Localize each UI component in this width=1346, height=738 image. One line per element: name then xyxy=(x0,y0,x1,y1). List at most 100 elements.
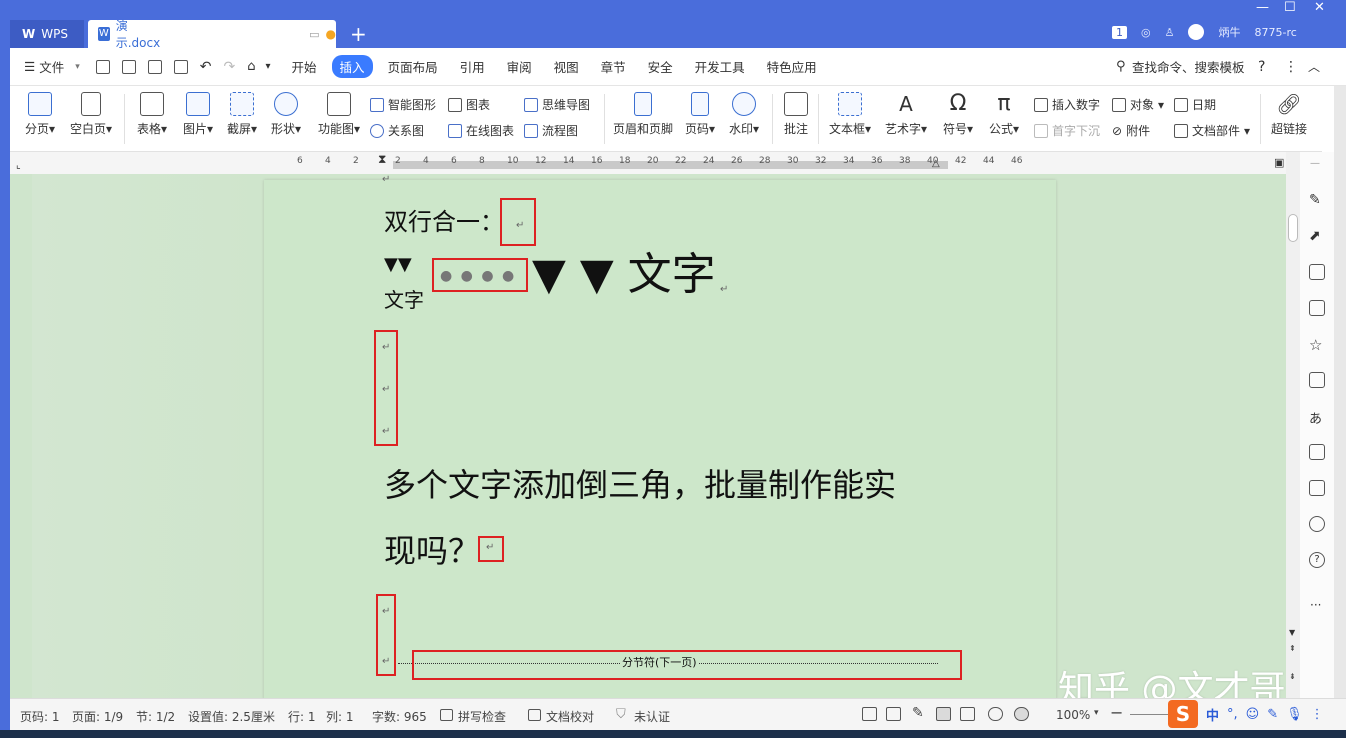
microphone-icon[interactable]: 🎙︎ xyxy=(1286,707,1303,722)
save-as-icon[interactable] xyxy=(121,59,136,74)
settings-icon[interactable]: ◎ xyxy=(1141,26,1151,39)
certification-status[interactable]: 未认证 xyxy=(634,708,670,725)
ime-menu-icon[interactable]: ⋮ xyxy=(1311,707,1324,722)
maximize-button[interactable]: ☐ xyxy=(1284,0,1296,15)
menu-security[interactable]: 安全 xyxy=(648,57,673,76)
shape-button[interactable]: 形状▾ xyxy=(266,92,306,137)
header-footer-button[interactable]: 页眉和页脚 xyxy=(610,92,676,137)
wordart-button[interactable]: A 艺术字▾ xyxy=(882,92,930,137)
status-page-number[interactable]: 页码: 1 xyxy=(20,708,60,725)
page-break-button[interactable]: 分页▾ xyxy=(20,92,60,137)
avatar[interactable] xyxy=(1188,24,1205,40)
screenshot-button[interactable]: 截屏▾ xyxy=(222,92,262,137)
skin-icon[interactable]: ♙ xyxy=(1165,26,1175,39)
file-menu[interactable]: 文件 xyxy=(39,57,64,76)
status-word-count[interactable]: 字数: 965 xyxy=(372,708,427,725)
redo-icon[interactable]: ↷ xyxy=(224,59,236,75)
more-dots-icon[interactable]: ··· xyxy=(1310,598,1321,612)
insert-number-button[interactable]: 插入数字 xyxy=(1034,96,1100,113)
undo-icon[interactable]: ↶ xyxy=(200,59,212,75)
comment-button[interactable]: 批注 xyxy=(780,92,812,137)
drop-cap-button[interactable]: 首字下沉 xyxy=(1034,122,1100,139)
date-button[interactable]: 日期 xyxy=(1174,96,1216,113)
adjust-settings-icon[interactable] xyxy=(1309,264,1325,280)
image-gallery-icon[interactable] xyxy=(1309,300,1325,316)
collapse-ribbon-icon[interactable]: ︿ xyxy=(1308,58,1320,75)
ime-punctuation[interactable]: °, xyxy=(1227,707,1238,722)
formula-button[interactable]: π 公式▾ xyxy=(986,92,1022,137)
textbox-button[interactable]: 文本框▾ xyxy=(826,92,874,137)
status-section[interactable]: 节: 1/2 xyxy=(136,708,175,725)
vertical-scrollbar[interactable]: ▼ ⇞ ⇟ xyxy=(1286,152,1300,698)
menu-page-layout[interactable]: 页面布局 xyxy=(388,57,438,76)
ime-language[interactable]: 中 xyxy=(1206,705,1219,724)
monitor-icon[interactable]: ▭ xyxy=(309,28,319,41)
zoom-dropdown-icon[interactable]: ▾ xyxy=(1094,708,1099,718)
help-icon[interactable]: ? xyxy=(1258,59,1265,75)
search-icon[interactable]: ⚲ xyxy=(1116,59,1126,74)
menu-section[interactable]: 章节 xyxy=(601,57,626,76)
more-icon[interactable]: ⋮ xyxy=(1284,59,1298,75)
pen-mode-icon[interactable]: ✎ xyxy=(912,705,924,721)
function-chart-button[interactable]: 功能图▾ xyxy=(312,92,366,137)
status-page[interactable]: 页面: 1/9 xyxy=(72,708,123,725)
user-name[interactable]: 炳牛 xyxy=(1218,24,1240,40)
watermark-button[interactable]: 水印▾ xyxy=(724,92,764,137)
customize-icon[interactable]: ▾ xyxy=(266,61,271,72)
star-icon[interactable]: ☆ xyxy=(1309,336,1325,354)
scroll-down-icon[interactable]: ▼ xyxy=(1289,628,1295,637)
menu-home[interactable]: 开始 xyxy=(292,57,317,76)
fullscreen-icon[interactable] xyxy=(862,707,877,721)
online-chart-button[interactable]: 在线图表 xyxy=(448,122,514,139)
outline-view-icon[interactable] xyxy=(960,707,975,721)
tab-stop-icon[interactable]: ⌞ xyxy=(16,160,21,171)
print-icon[interactable] xyxy=(147,59,162,74)
picture-panel-icon[interactable] xyxy=(1309,480,1325,496)
menu-review[interactable]: 审阅 xyxy=(507,57,532,76)
table-button[interactable]: 表格▾ xyxy=(132,92,172,137)
prev-page-icon[interactable]: ⇞ xyxy=(1289,644,1296,653)
web-view-icon[interactable] xyxy=(988,707,1003,721)
zoom-level[interactable]: 100% xyxy=(1056,708,1090,722)
document-page[interactable]: ↵ 双行合一： ↵ ▼▼ 文字 ● ● ● ● ▼ ▼ 文字 ↵ ↵ ↵ ↵ 多… xyxy=(264,174,1056,698)
attachment-button[interactable]: ⊘ 附件 xyxy=(1112,122,1150,139)
eye-protection-icon[interactable] xyxy=(1014,707,1029,721)
menu-insert[interactable]: 插入 xyxy=(331,55,373,78)
command-search[interactable]: 查找命令、搜索模板 xyxy=(1132,57,1245,76)
wps-home-tab[interactable]: W WPS xyxy=(10,20,84,48)
menu-view[interactable]: 视图 xyxy=(554,57,579,76)
minimize-button[interactable]: — xyxy=(1256,0,1269,15)
collapse-panel-icon[interactable]: — xyxy=(1310,158,1320,169)
document-tab[interactable]: W 演示.docx ▭ ● xyxy=(88,19,336,50)
menu-developer[interactable]: 开发工具 xyxy=(695,57,745,76)
chart-button[interactable]: 图表 xyxy=(448,96,490,113)
archive-icon[interactable] xyxy=(1309,444,1325,460)
menu-references[interactable]: 引用 xyxy=(460,57,485,76)
save-icon[interactable] xyxy=(95,59,110,74)
close-button[interactable]: ✕ xyxy=(1314,0,1325,15)
select-cursor-icon[interactable]: ⬈ xyxy=(1309,228,1325,244)
smart-shape-button[interactable]: 智能图形 xyxy=(370,96,436,113)
zoom-out-icon[interactable]: − xyxy=(1110,703,1123,722)
notification-badge[interactable]: 1 xyxy=(1112,25,1127,39)
help-circle-icon[interactable]: ? xyxy=(1309,552,1325,568)
ruler-toggle-icon[interactable]: ▣ xyxy=(1274,156,1284,169)
history-icon[interactable] xyxy=(1309,516,1325,532)
edit-pen-icon[interactable]: ✎ xyxy=(1309,192,1325,208)
document-canvas[interactable]: ↵ 双行合一： ↵ ▼▼ 文字 ● ● ● ● ▼ ▼ 文字 ↵ ↵ ↵ ↵ 多… xyxy=(10,174,1286,698)
symbol-button[interactable]: Ω 符号▾ xyxy=(940,92,976,137)
status-setting-value[interactable]: 设置值: 2.5厘米 xyxy=(188,708,275,725)
hyperlink-button[interactable]: 🔗︎ 超链接 xyxy=(1266,92,1312,137)
doc-parts-button[interactable]: 文档部件 ▾ xyxy=(1174,122,1250,139)
emoji-icon[interactable]: ☺ xyxy=(1246,707,1260,722)
chevron-down-icon[interactable]: ▾ xyxy=(75,62,80,72)
spellcheck-button[interactable]: 拼写检查 xyxy=(458,708,506,725)
page-number-button[interactable]: 页码▾ xyxy=(682,92,718,137)
page-view-icon[interactable] xyxy=(936,707,951,721)
proofread-button[interactable]: 文档校对 xyxy=(546,708,594,725)
object-button[interactable]: 对象 ▾ xyxy=(1112,96,1164,113)
format-painter-icon[interactable]: ⌂ xyxy=(247,59,255,74)
next-page-icon[interactable]: ⇟ xyxy=(1289,672,1296,681)
sogou-logo-icon[interactable]: S xyxy=(1168,700,1198,728)
indent-marker-icon[interactable]: ⧗ xyxy=(378,152,386,167)
